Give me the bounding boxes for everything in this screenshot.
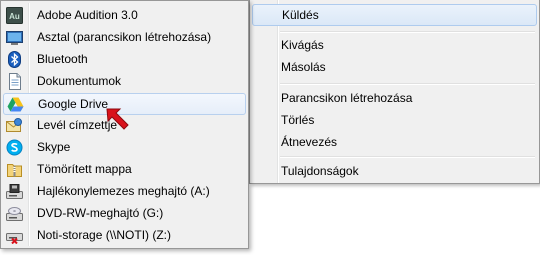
network-drive-icon	[6, 227, 23, 244]
menu-gutter	[277, 0, 279, 183]
floppy-drive-icon	[6, 183, 23, 200]
zip-folder-icon	[6, 161, 23, 178]
mail-recipient-icon	[6, 117, 23, 134]
send-to-skype[interactable]: Skype	[3, 137, 246, 159]
menu-item-label: Tömörített mappa	[37, 162, 132, 176]
skype-icon	[6, 139, 23, 156]
menu-item-send-to[interactable]: Küldés	[252, 4, 537, 26]
send-to-floppy-drive[interactable]: Hajlékonylemezes meghajtó (A:)	[3, 181, 246, 203]
send-to-adobe-audition[interactable]: Au Adobe Audition 3.0	[3, 5, 246, 27]
send-to-dvd-drive[interactable]: DVD-RW-meghajtó (G:)	[3, 203, 246, 225]
context-menu: Küldés Kivágás Másolás Parancsikon létre…	[249, 0, 540, 184]
menu-item-cut[interactable]: Kivágás	[281, 34, 324, 56]
red-pointer-arrow-icon	[106, 106, 132, 132]
menu-item-label: Asztal (parancsikon létrehozása)	[37, 30, 212, 44]
menu-item-label: Adobe Audition 3.0	[37, 8, 138, 22]
menu-item-label: DVD-RW-meghajtó (G:)	[37, 206, 164, 220]
send-to-desktop[interactable]: Asztal (parancsikon létrehozása)	[3, 27, 246, 49]
send-to-compressed-folder[interactable]: Tömörített mappa	[3, 159, 246, 181]
documents-icon	[6, 73, 23, 90]
adobe-audition-icon: Au	[6, 7, 23, 24]
menu-item-label: Kivágás	[281, 38, 324, 52]
menu-item-label: Törlés	[281, 113, 315, 127]
desktop-icon	[6, 29, 23, 46]
menu-separator	[280, 83, 535, 85]
menu-item-label: Parancsikon létrehozása	[281, 91, 413, 105]
menu-item-properties[interactable]: Tulajdonságok	[281, 160, 359, 182]
menu-item-label: Google Drive	[38, 97, 109, 111]
menu-item-label: Küldés	[282, 8, 319, 22]
menu-item-label: Dokumentumok	[37, 74, 122, 88]
menu-item-label: Skype	[37, 140, 71, 154]
send-to-network-drive[interactable]: Noti-storage (\\NOTI) (Z:)	[3, 225, 246, 247]
menu-item-delete[interactable]: Törlés	[281, 109, 314, 131]
menu-item-copy[interactable]: Másolás	[281, 56, 326, 78]
menu-item-label: Másolás	[281, 60, 326, 74]
dvd-drive-icon	[6, 205, 23, 222]
menu-separator	[280, 156, 535, 158]
menu-item-label: Hajlékonylemezes meghajtó (A:)	[37, 184, 210, 198]
menu-item-label: Bluetooth	[37, 52, 88, 66]
bluetooth-icon	[6, 51, 23, 68]
send-to-documents[interactable]: Dokumentumok	[3, 71, 246, 93]
google-drive-icon	[7, 96, 24, 113]
menu-item-label: Átnevezés	[281, 135, 338, 149]
svg-text:Au: Au	[9, 12, 20, 21]
menu-item-rename[interactable]: Átnevezés	[281, 131, 337, 153]
send-to-bluetooth[interactable]: Bluetooth	[3, 49, 246, 71]
menu-separator	[280, 31, 535, 33]
menu-item-create-shortcut[interactable]: Parancsikon létrehozása	[281, 87, 412, 109]
menu-item-label: Noti-storage (\\NOTI) (Z:)	[37, 228, 172, 242]
menu-item-label: Tulajdonságok	[281, 164, 359, 178]
